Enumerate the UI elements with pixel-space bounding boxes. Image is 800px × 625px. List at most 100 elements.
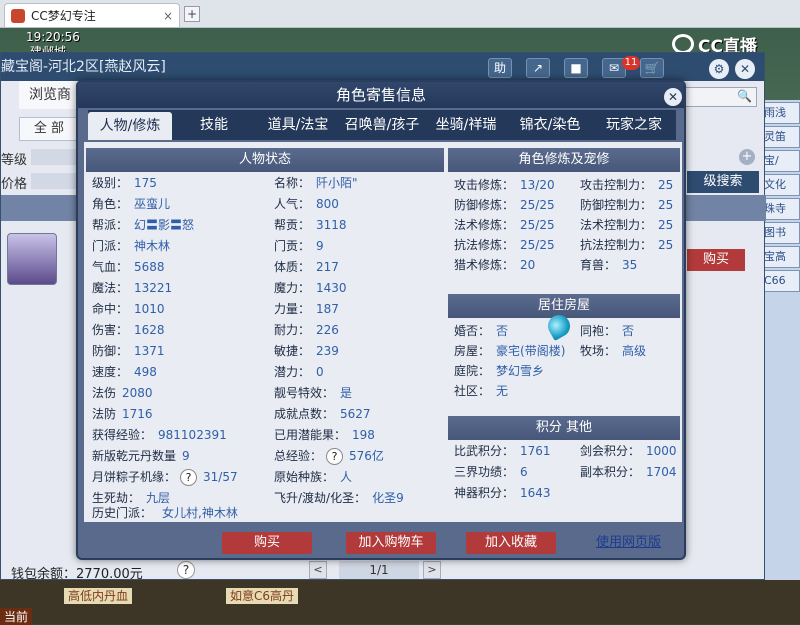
char-stat-label: 命中： xyxy=(92,302,129,316)
char-stat: 月饼粽子机缘：? 31/57 xyxy=(92,468,238,486)
cultivation-stat: 防御修炼： 25/25 xyxy=(454,196,555,214)
modal-close-icon[interactable]: ✕ xyxy=(664,88,682,106)
char-stat: 潜力： 0 xyxy=(274,363,324,381)
window-title: 藏宝阁-河北2区[燕赵风云] xyxy=(1,59,166,75)
add-filter-icon[interactable]: + xyxy=(739,149,755,165)
current-channel[interactable]: 当前 xyxy=(0,608,33,625)
settings-gear-icon[interactable]: ⚙ xyxy=(709,59,729,79)
stop-button[interactable]: ■ xyxy=(564,58,588,78)
cultivation-stat-value: 25 xyxy=(658,198,674,212)
char-stat: 帮派： 幻〓影〓怒 xyxy=(92,216,194,234)
tab-skills[interactable]: 技能 xyxy=(172,110,256,140)
cultivation-stat-label: 猎术修炼： xyxy=(454,258,515,272)
char-stat: 获得经验： 981102391 xyxy=(92,426,227,444)
char-stat: 新版乾元丹数量 9 xyxy=(92,447,190,465)
cultivation-stat-label: 法术控制力： xyxy=(580,218,653,232)
right-strip-item[interactable]: C66 xyxy=(760,270,800,292)
housing-stat-label: 婚否： xyxy=(454,324,491,338)
bottom-item[interactable]: 高低内丹血 xyxy=(64,588,133,604)
cultivation-stat-value: 25 xyxy=(658,218,674,232)
housing-stat: 房屋： 豪宅(带阁楼) xyxy=(454,342,565,360)
help-question-icon[interactable]: ? xyxy=(177,561,195,579)
char-stat-label: 潜力： xyxy=(274,365,311,379)
cultivation-stat: 抗法控制力： 25 xyxy=(580,236,673,254)
nav-browse[interactable]: 浏览商 xyxy=(19,81,81,109)
tab-character[interactable]: 人物/修炼 xyxy=(88,112,172,140)
points-stat: 比武积分： 1761 xyxy=(454,442,551,460)
char-stat-label: 生死劫： xyxy=(92,491,141,505)
housing-stat: 婚否： 否 xyxy=(454,322,508,340)
char-stat-label: 级别： xyxy=(92,176,129,190)
help-question-icon[interactable]: ? xyxy=(326,448,344,465)
housing-stat-value: 否 xyxy=(622,324,635,338)
all-filter-button[interactable]: 全 部 xyxy=(19,117,79,141)
right-strip-item[interactable]: 雨浅 xyxy=(760,102,800,124)
cultivation-stat-label: 育兽： xyxy=(580,258,617,272)
char-stat: 伤害： 1628 xyxy=(92,321,165,339)
cart-icon[interactable]: 🛒 xyxy=(640,58,664,78)
add-to-cart-button[interactable]: 加入购物车 xyxy=(346,532,436,554)
points-stat-value: 1643 xyxy=(520,486,551,500)
cultivation-stat: 攻击控制力： 25 xyxy=(580,176,673,194)
cultivation-stat-label: 抗法修炼： xyxy=(454,238,515,252)
game-bottom-bar: 高低内丹血 如意C6高丹 当前 xyxy=(0,580,800,625)
points-stat-label: 神器积分： xyxy=(454,486,515,500)
char-stat: 耐力： 226 xyxy=(274,321,339,339)
char-stat: 速度： 498 xyxy=(92,363,157,381)
tab-pets[interactable]: 召唤兽/孩子 xyxy=(340,110,424,140)
char-stat-value: 1430 xyxy=(316,281,347,295)
housing-stat: 牧场： 高级 xyxy=(580,342,646,360)
char-stat-label: 帮贡： xyxy=(274,218,311,232)
char-stat-label: 体质： xyxy=(274,260,311,274)
cultivation-header: 角色修炼及宠修 xyxy=(448,148,680,172)
char-stat-value: 239 xyxy=(316,344,339,358)
right-strip-item[interactable]: 宝高 xyxy=(760,246,800,268)
points-stat-label: 副本积分： xyxy=(580,465,641,479)
level-field[interactable] xyxy=(31,149,81,165)
right-strip-item[interactable]: 图书 xyxy=(760,222,800,244)
char-stat: 角色： 巫蛮儿 xyxy=(92,195,170,213)
share-icon[interactable]: ↗ xyxy=(526,58,550,78)
tab-home[interactable]: 玩家之家 xyxy=(592,110,676,140)
history-sect: 历史门派： 女儿村,神木林 xyxy=(92,504,238,522)
price-field[interactable] xyxy=(31,173,81,189)
prev-page-button[interactable]: < xyxy=(309,561,327,579)
char-stat-value: 巫蛮儿 xyxy=(134,197,171,211)
tab-items[interactable]: 道具/法宝 xyxy=(256,110,340,140)
back-search-field[interactable]: 🔍 xyxy=(681,87,757,107)
char-stat-value: 阡小陌" xyxy=(316,176,358,190)
housing-stat-value: 否 xyxy=(496,324,509,338)
page-indicator: 1/1 xyxy=(339,561,419,579)
pager: < 1/1 > xyxy=(309,561,449,581)
char-stat-label: 法防 xyxy=(92,407,117,421)
tab-close-icon[interactable]: × xyxy=(161,9,175,23)
bottom-item[interactable]: 如意C6高丹 xyxy=(226,588,299,604)
web-version-link[interactable]: 使用网页版 xyxy=(596,532,661,554)
browser-tab[interactable]: CC梦幻专注 × xyxy=(4,3,180,27)
cultivation-stat-value: 13/20 xyxy=(520,178,555,192)
advanced-search-button[interactable]: 级搜索 xyxy=(687,171,759,193)
help-question-icon[interactable]: ? xyxy=(180,469,198,486)
housing-stat-label: 社区： xyxy=(454,384,491,398)
help-button[interactable]: 助 xyxy=(488,58,512,78)
character-avatar[interactable] xyxy=(7,233,57,285)
points-stat-value: 1000 xyxy=(646,444,677,458)
right-strip-item[interactable]: 宝/ xyxy=(760,150,800,172)
right-strip-item[interactable]: 文化 xyxy=(760,174,800,196)
next-page-button[interactable]: > xyxy=(423,561,441,579)
new-tab-button[interactable]: + xyxy=(184,6,200,22)
char-stat-value: 498 xyxy=(134,365,157,379)
window-close-icon[interactable]: ✕ xyxy=(735,59,755,79)
tab-mounts[interactable]: 坐骑/祥瑞 xyxy=(424,110,508,140)
list-buy-button[interactable]: 购买 xyxy=(687,249,745,271)
buy-button[interactable]: 购买 xyxy=(222,532,312,554)
right-strip-item[interactable]: 灵笛 xyxy=(760,126,800,148)
char-stat-value: 1628 xyxy=(134,323,165,337)
char-stat-label: 总经验： xyxy=(274,449,323,463)
tab-outfits[interactable]: 锦衣/染色 xyxy=(508,110,592,140)
char-stat-label: 法伤 xyxy=(92,386,117,400)
housing-stat-label: 房屋： xyxy=(454,344,491,358)
right-strip-item[interactable]: 珠寺 xyxy=(760,198,800,220)
search-icon[interactable]: 🔍 xyxy=(737,89,752,103)
add-to-favorites-button[interactable]: 加入收藏 xyxy=(466,532,556,554)
